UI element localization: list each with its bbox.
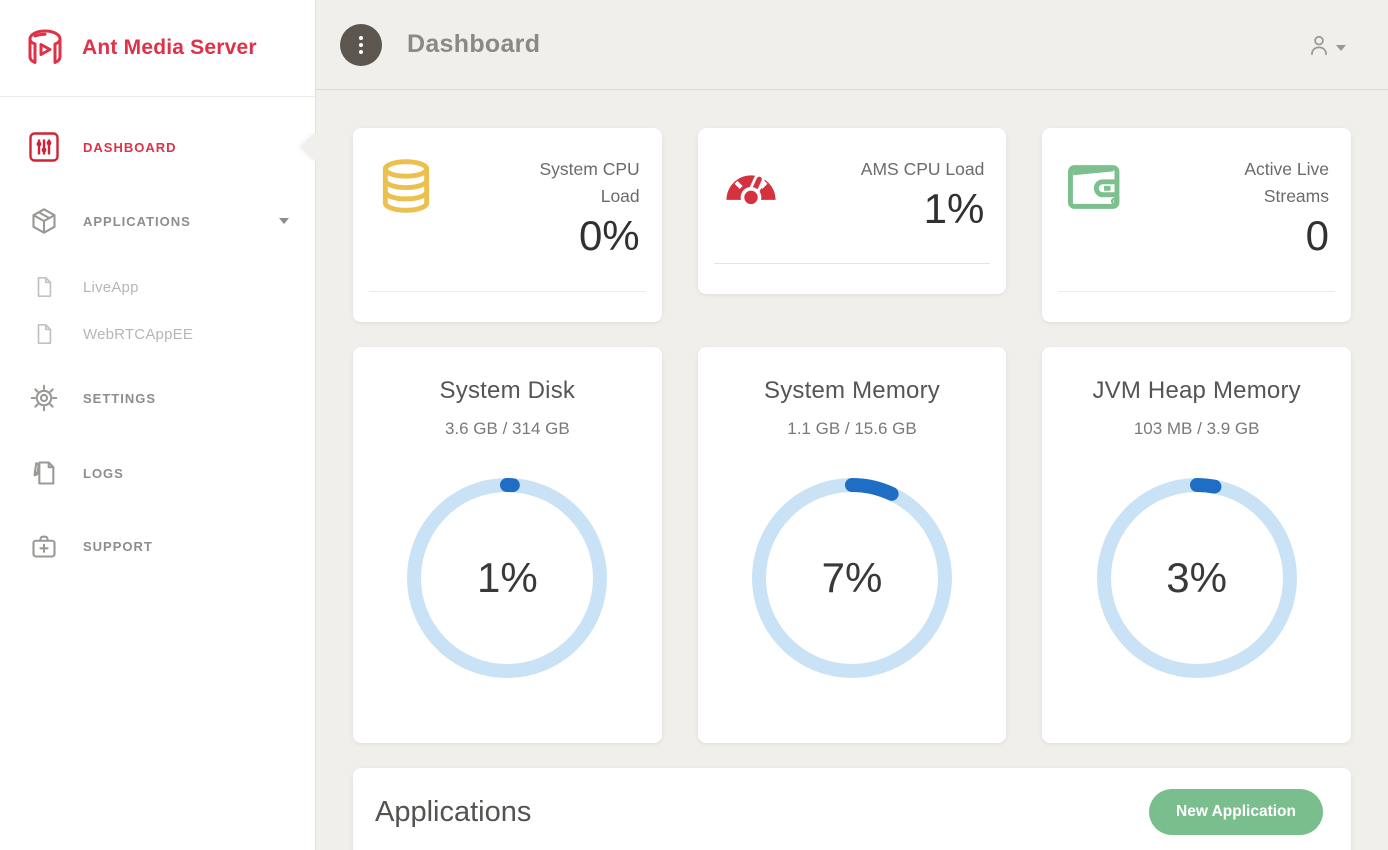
dashboard-sliders-icon: [28, 131, 60, 163]
gauge-subtitle: 103 MB / 3.9 GB: [1042, 419, 1351, 439]
applications-panel: Applications New Application: [353, 768, 1351, 850]
page-title: Dashboard: [407, 30, 540, 59]
donut-percent-label: 7%: [749, 475, 955, 681]
stat-title: AMS CPU Load: [861, 156, 985, 183]
ant-media-logo-icon: [22, 27, 68, 69]
stat-card-active-streams: Active Live Streams 0: [1042, 128, 1351, 322]
database-icon: [375, 156, 437, 294]
gauge-title: JVM Heap Memory: [1042, 377, 1351, 405]
stat-title: Active Live Streams: [1204, 156, 1329, 210]
donut-percent-label: 1%: [404, 475, 610, 681]
dashboard-content: System CPU Load 0%: [316, 90, 1388, 850]
sidebar-item-liveapp[interactable]: LiveApp: [0, 268, 315, 306]
app-window: Ant Media Server DASHBOARD: [0, 0, 1388, 850]
sidebar-item-label: SETTINGS: [83, 391, 156, 406]
donut-chart: 7%: [749, 475, 955, 681]
card-divider: [1058, 291, 1335, 292]
log-document-icon: [28, 459, 60, 487]
sidebar-item-label: DASHBOARD: [83, 140, 177, 155]
user-menu[interactable]: [1306, 32, 1346, 58]
stat-cards-row: System CPU Load 0%: [353, 128, 1351, 322]
sidebar-item-label: LOGS: [83, 466, 124, 481]
sidebar-item-dashboard[interactable]: DASHBOARD: [0, 124, 315, 170]
sidebar-item-settings[interactable]: SETTINGS: [0, 375, 315, 421]
gear-icon: [28, 384, 60, 412]
sidebar-item-label: WebRTCAppEE: [83, 326, 193, 343]
file-icon: [28, 323, 60, 345]
stat-value: 0: [1204, 212, 1329, 260]
gauge-icon: [720, 156, 782, 266]
card-divider: [369, 291, 646, 292]
sidebar-item-webrtcappee[interactable]: WebRTCAppEE: [0, 315, 315, 353]
sidebar-item-logs[interactable]: LOGS: [0, 450, 315, 496]
package-box-icon: [28, 207, 60, 235]
sidebar-item-label: SUPPORT: [83, 539, 153, 554]
topbar: Dashboard: [316, 0, 1388, 90]
sidebar-item-support[interactable]: SUPPORT: [0, 523, 315, 569]
donut-chart: 3%: [1094, 475, 1300, 681]
menu-kebab-button[interactable]: [340, 24, 382, 66]
gauge-card-system-disk: System Disk 3.6 GB / 314 GB 1%: [353, 347, 662, 743]
brand[interactable]: Ant Media Server: [0, 0, 315, 97]
card-divider: [714, 263, 991, 264]
gauge-title: System Memory: [698, 377, 1007, 405]
first-aid-kit-icon: [28, 532, 60, 560]
caret-down-icon: [1336, 45, 1346, 51]
gauge-title: System Disk: [353, 377, 662, 405]
user-icon: [1306, 32, 1332, 58]
stat-value: 1%: [861, 185, 985, 233]
donut-percent-label: 3%: [1094, 475, 1300, 681]
sidebar-nav: DASHBOARD APPLICATIONS: [0, 97, 315, 569]
stat-card-ams-cpu: AMS CPU Load 1%: [698, 128, 1007, 294]
donut-chart: 1%: [404, 475, 610, 681]
sidebar-item-applications[interactable]: APPLICATIONS: [0, 198, 315, 244]
stat-title: System CPU Load: [515, 156, 640, 210]
sidebar-item-label: APPLICATIONS: [83, 214, 191, 229]
gauge-subtitle: 1.1 GB / 15.6 GB: [698, 419, 1007, 439]
main-area: Dashboard: [316, 0, 1388, 850]
brand-name: Ant Media Server: [82, 36, 257, 60]
gauge-card-jvm-heap: JVM Heap Memory 103 MB / 3.9 GB 3%: [1042, 347, 1351, 743]
applications-title: Applications: [375, 786, 531, 838]
stat-card-system-cpu: System CPU Load 0%: [353, 128, 662, 322]
stat-value: 0%: [515, 212, 640, 260]
gauge-card-system-memory: System Memory 1.1 GB / 15.6 GB 7%: [698, 347, 1007, 743]
file-icon: [28, 276, 60, 298]
sidebar: Ant Media Server DASHBOARD: [0, 0, 316, 850]
wallet-icon: [1064, 156, 1126, 294]
gauge-subtitle: 3.6 GB / 314 GB: [353, 419, 662, 439]
new-application-button[interactable]: New Application: [1149, 789, 1323, 835]
chevron-down-icon: [279, 218, 289, 224]
gauge-cards-row: System Disk 3.6 GB / 314 GB 1% System Me…: [353, 347, 1351, 743]
sidebar-item-label: LiveApp: [83, 279, 139, 296]
